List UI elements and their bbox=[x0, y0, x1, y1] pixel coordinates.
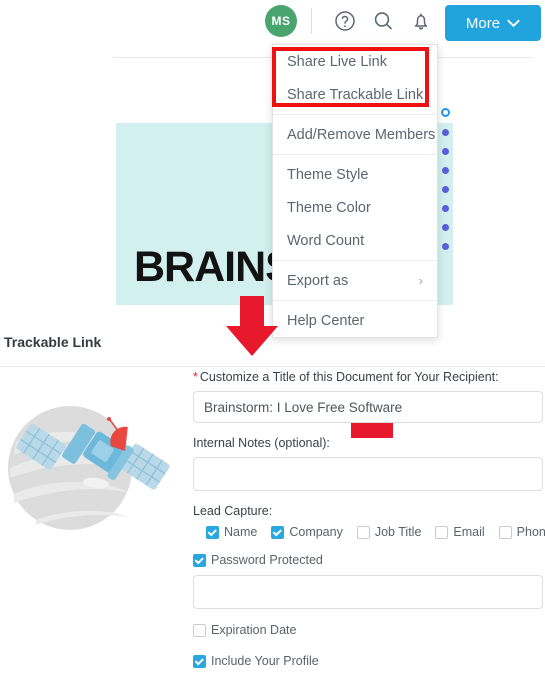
page-dot-active[interactable] bbox=[440, 108, 450, 117]
menu-item-label: Help Center bbox=[287, 312, 365, 329]
internal-notes-input[interactable] bbox=[193, 457, 543, 491]
annotation-arrow-icon bbox=[222, 296, 282, 358]
lead-capture-option-email[interactable]: Email bbox=[435, 525, 485, 539]
menu-separator bbox=[273, 114, 437, 115]
header-divider bbox=[311, 8, 312, 34]
menu-item-share-live-link[interactable]: Share Live Link bbox=[273, 45, 437, 78]
menu-item-label: Share Live Link bbox=[287, 53, 387, 70]
help-circle-icon[interactable] bbox=[326, 4, 364, 38]
required-marker: * bbox=[193, 370, 198, 384]
menu-item-theme-color[interactable]: Theme Color bbox=[273, 191, 437, 224]
checkbox-name[interactable] bbox=[206, 525, 219, 539]
page-dot[interactable] bbox=[441, 167, 449, 174]
chevron-right-icon: › bbox=[418, 272, 423, 288]
page-dot[interactable] bbox=[441, 224, 449, 231]
menu-item-label: Theme Style bbox=[287, 166, 369, 183]
checkbox-company[interactable] bbox=[271, 525, 285, 539]
expiration-date-row[interactable]: Expiration Date bbox=[193, 623, 545, 637]
lead-capture-option-job-title[interactable]: Job Title bbox=[356, 525, 421, 539]
chevron-down-icon bbox=[507, 19, 520, 27]
internal-notes-label: Internal Notes (optional): bbox=[193, 436, 330, 450]
avatar[interactable]: MS bbox=[265, 5, 297, 37]
trackable-link-form: * Customize a Title of this Document for … bbox=[193, 369, 545, 668]
menu-item-label: Export as bbox=[287, 272, 349, 289]
planet-satellite-illustration bbox=[2, 398, 187, 573]
menu-item-label: Theme Color bbox=[287, 199, 371, 216]
lead-capture-option-phone[interactable]: Phone bbox=[498, 525, 545, 539]
menu-item-label: Share Trackable Link bbox=[287, 86, 424, 103]
page-dot[interactable] bbox=[441, 148, 449, 155]
password-input[interactable] bbox=[193, 575, 543, 609]
checkbox-email[interactable] bbox=[435, 525, 449, 539]
page-dot[interactable] bbox=[441, 186, 449, 193]
checkbox-phone[interactable] bbox=[498, 525, 512, 539]
title-input[interactable] bbox=[193, 391, 543, 423]
lead-capture-option-company[interactable]: Company bbox=[271, 525, 343, 539]
search-icon[interactable] bbox=[364, 4, 402, 38]
checkbox-password-protected[interactable] bbox=[193, 553, 206, 567]
bell-icon[interactable] bbox=[402, 4, 440, 38]
checkbox-job-title[interactable] bbox=[356, 525, 370, 539]
menu-item-label: Word Count bbox=[287, 232, 365, 249]
page-dot[interactable] bbox=[441, 205, 449, 212]
title-field-label: * Customize a Title of this Document for … bbox=[193, 370, 499, 384]
menu-item-help-center[interactable]: Help Center bbox=[273, 304, 437, 337]
menu-item-share-trackable-link[interactable]: Share Trackable Link bbox=[273, 78, 437, 111]
page-dot[interactable] bbox=[441, 129, 449, 136]
header-tools: MS bbox=[265, 4, 440, 38]
include-profile-row[interactable]: Include Your Profile bbox=[193, 654, 545, 668]
more-button-label: More bbox=[465, 14, 501, 32]
menu-item-add-remove-members[interactable]: Add/Remove Members bbox=[273, 118, 437, 151]
menu-item-label: Add/Remove Members bbox=[287, 126, 436, 143]
page-dot[interactable] bbox=[441, 243, 449, 250]
menu-separator bbox=[273, 154, 437, 155]
more-button[interactable]: More bbox=[445, 5, 541, 41]
menu-separator bbox=[273, 260, 437, 261]
password-protected-row[interactable]: Password Protected bbox=[193, 553, 545, 567]
checkbox-expiration-date[interactable] bbox=[193, 623, 206, 637]
lead-capture-options: Name Company Job Title Email Phone bbox=[193, 525, 545, 539]
lead-capture-label: Lead Capture: bbox=[193, 504, 273, 518]
menu-item-theme-style[interactable]: Theme Style bbox=[273, 158, 437, 191]
document-title-text: BRAINS bbox=[134, 243, 294, 291]
more-dropdown-menu: Share Live Link Share Trackable Link Add… bbox=[272, 44, 438, 338]
page-indicator-dots[interactable] bbox=[437, 108, 453, 250]
app-header: MS More bbox=[0, 0, 545, 58]
menu-separator bbox=[273, 300, 437, 301]
menu-item-word-count[interactable]: Word Count bbox=[273, 224, 437, 257]
checkbox-include-profile[interactable] bbox=[193, 654, 206, 668]
menu-item-export-as[interactable]: Export as › bbox=[273, 264, 437, 297]
panel-rule bbox=[0, 366, 545, 367]
lead-capture-option-name[interactable]: Name bbox=[206, 525, 257, 539]
panel-title: Trackable Link bbox=[4, 334, 102, 350]
app-root: MS More BRAINS Share Live Link Share Tra… bbox=[0, 0, 545, 697]
